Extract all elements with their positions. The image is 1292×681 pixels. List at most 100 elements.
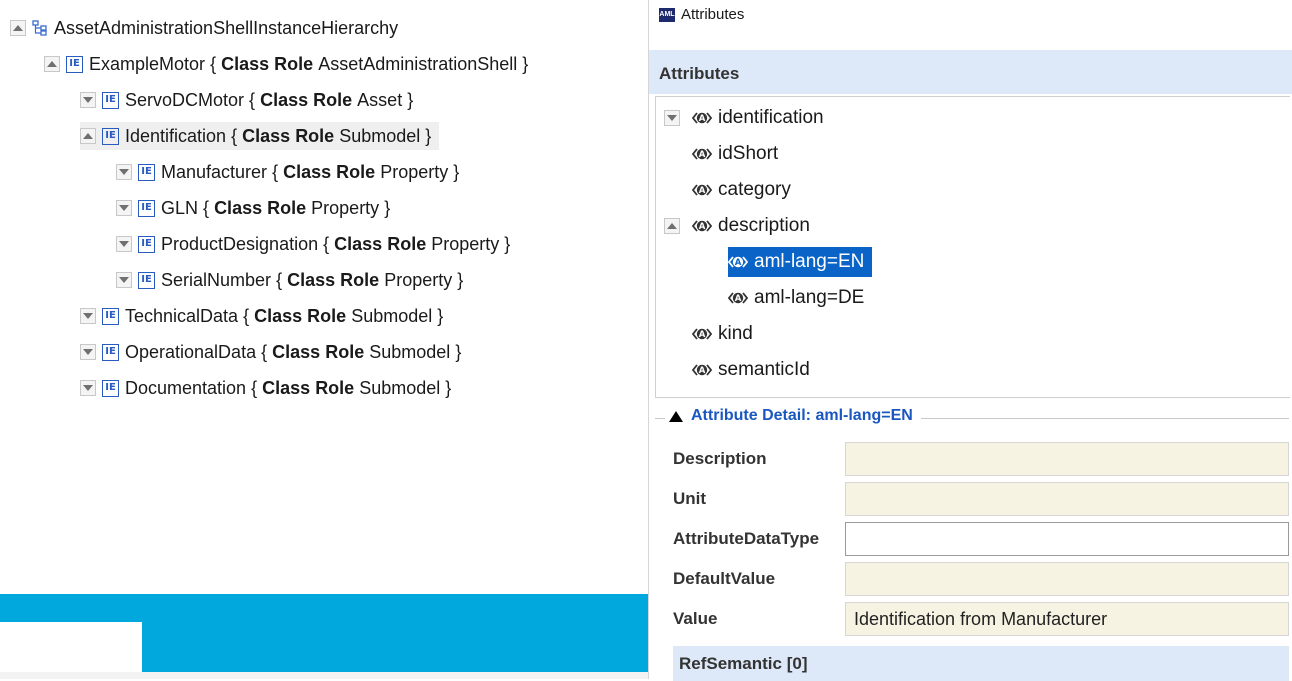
class-keyword: Class bbox=[214, 197, 263, 218]
ref-semantic-header[interactable]: RefSemantic [0] bbox=[673, 646, 1289, 681]
collapse-toggle[interactable] bbox=[44, 56, 60, 72]
role-keyword: Role bbox=[267, 197, 307, 218]
close-brace: } bbox=[453, 161, 460, 182]
attribute-label: idShort bbox=[718, 143, 779, 164]
expand-toggle[interactable] bbox=[80, 308, 96, 324]
collapse-toggle[interactable] bbox=[10, 20, 26, 36]
attribute-item-kind[interactable]: Akind bbox=[692, 319, 753, 349]
field-row-attributedatatype: AttributeDataType bbox=[673, 522, 1289, 556]
open-brace: { bbox=[251, 377, 258, 398]
role-keyword: Role bbox=[340, 269, 380, 290]
tree-item-gln[interactable]: IE GLN { Class Role Property } bbox=[116, 194, 390, 222]
role-name: Property bbox=[431, 233, 500, 254]
unit-field[interactable] bbox=[845, 482, 1289, 516]
close-brace: } bbox=[384, 197, 391, 218]
open-brace: { bbox=[231, 125, 238, 146]
open-brace: { bbox=[249, 89, 256, 110]
value-field[interactable]: Identification from Manufacturer bbox=[845, 602, 1289, 636]
tree-item-operationaldata[interactable]: IE OperationalData { Class Role Submodel … bbox=[80, 338, 461, 366]
attribute-icon: A bbox=[692, 362, 712, 378]
class-keyword: Class bbox=[262, 377, 311, 398]
element-name: Manufacturer bbox=[161, 161, 268, 182]
attribute-detail-title: Attribute Detail: aml-lang=EN bbox=[691, 407, 913, 424]
collapse-triangle-icon[interactable] bbox=[669, 410, 683, 422]
attribute-tree: Aidentification AidShort Acategory Adescrip… bbox=[655, 96, 1290, 398]
expand-toggle[interactable] bbox=[80, 344, 96, 360]
role-name: Submodel bbox=[359, 377, 441, 398]
internal-element-icon: IE bbox=[102, 91, 119, 109]
expand-toggle[interactable] bbox=[80, 380, 96, 396]
tree-item-serialnumber[interactable]: IE SerialNumber { Class Role Property } bbox=[116, 266, 463, 294]
tree-item-productdesignation[interactable]: IE ProductDesignation { Class Role Proper… bbox=[116, 230, 510, 258]
expand-toggle[interactable] bbox=[80, 92, 96, 108]
class-keyword: Class bbox=[287, 269, 336, 290]
tree-item-manufacturer[interactable]: IE Manufacturer { Class Role Property } bbox=[116, 158, 459, 186]
element-name: Documentation bbox=[125, 377, 247, 398]
field-label: AttributeDataType bbox=[673, 529, 820, 548]
description-field[interactable] bbox=[845, 442, 1289, 476]
role-keyword: Role bbox=[295, 125, 335, 146]
field-label: Description bbox=[673, 449, 767, 468]
attribute-label: semanticId bbox=[718, 359, 810, 380]
role-name: Submodel bbox=[351, 305, 433, 326]
tree-item-documentation[interactable]: IE Documentation { Class Role Submodel } bbox=[80, 374, 451, 402]
attribute-item-idshort[interactable]: AidShort bbox=[692, 139, 778, 169]
field-row-value: Value Identification from Manufacturer bbox=[673, 602, 1289, 636]
defaultvalue-field[interactable] bbox=[845, 562, 1289, 596]
attribute-item-semanticid[interactable]: AsemanticId bbox=[692, 355, 810, 385]
attributedatatype-field[interactable] bbox=[845, 522, 1289, 556]
attribute-icon: A bbox=[692, 218, 712, 234]
expand-toggle[interactable] bbox=[116, 164, 132, 180]
expand-toggle[interactable] bbox=[116, 272, 132, 288]
aml-app-icon: AML bbox=[659, 8, 675, 22]
element-name: ExampleMotor bbox=[89, 53, 206, 74]
attribute-icon: A bbox=[692, 182, 712, 198]
open-brace: { bbox=[243, 305, 250, 326]
svg-text:A: A bbox=[699, 186, 706, 196]
instance-hierarchy-panel: AssetAdministrationShellInstanceHierarch… bbox=[0, 0, 648, 679]
attribute-item-aml-lang-en[interactable]: Aaml-lang=EN bbox=[728, 247, 873, 277]
section-title: Attributes bbox=[659, 64, 740, 83]
attribute-item-aml-lang-de[interactable]: Aaml-lang=DE bbox=[728, 283, 864, 313]
internal-element-icon: IE bbox=[138, 163, 155, 181]
close-brace: } bbox=[407, 89, 414, 110]
attribute-item-identification[interactable]: Aidentification bbox=[664, 103, 824, 133]
open-brace: { bbox=[261, 341, 268, 362]
element-name: ProductDesignation bbox=[161, 233, 319, 254]
field-label: DefaultValue bbox=[673, 569, 776, 588]
role-name: Property bbox=[384, 269, 453, 290]
attribute-item-description[interactable]: Adescription bbox=[664, 211, 810, 241]
internal-element-icon: IE bbox=[138, 271, 155, 289]
internal-element-icon: IE bbox=[66, 55, 83, 73]
expand-toggle[interactable] bbox=[116, 200, 132, 216]
attributes-panel: AML Attributes Attributes Aidentificatio… bbox=[648, 0, 1292, 681]
element-name: GLN bbox=[161, 197, 199, 218]
tree-item-servodcmotor[interactable]: IE ServoDCMotor { Class Role Asset } bbox=[80, 86, 413, 114]
internal-element-icon: IE bbox=[102, 307, 119, 325]
expand-toggle[interactable] bbox=[116, 236, 132, 252]
collapse-toggle[interactable] bbox=[80, 128, 96, 144]
tree-item-identification[interactable]: IE Identification { Class Role Submodel } bbox=[80, 122, 440, 150]
expand-toggle[interactable] bbox=[664, 110, 680, 126]
window-title: Attributes bbox=[681, 6, 745, 23]
attribute-detail-header[interactable]: Attribute Detail: aml-lang=EN bbox=[665, 407, 921, 425]
attributes-section-header[interactable]: Attributes bbox=[649, 50, 1292, 94]
element-name: OperationalData bbox=[125, 341, 257, 362]
field-label: Unit bbox=[673, 489, 707, 508]
svg-text:A: A bbox=[699, 150, 706, 160]
tree-item-examplemotor[interactable]: IE ExampleMotor { Class Role AssetAdminis… bbox=[44, 50, 528, 78]
tree-item-technicaldata[interactable]: IE TechnicalData { Class Role Submodel } bbox=[80, 302, 443, 330]
collapse-toggle[interactable] bbox=[664, 218, 680, 234]
close-brace: } bbox=[504, 233, 511, 254]
role-name: Submodel bbox=[339, 125, 421, 146]
class-keyword: Class bbox=[242, 125, 291, 146]
attribute-label: kind bbox=[718, 323, 753, 344]
attribute-item-category[interactable]: Acategory bbox=[692, 175, 791, 205]
tree-root-row[interactable]: AssetAdministrationShellInstanceHierarch… bbox=[10, 14, 398, 42]
field-row-unit: Unit bbox=[673, 482, 1289, 516]
internal-element-icon: IE bbox=[102, 379, 119, 397]
svg-text:A: A bbox=[735, 258, 742, 268]
tree-root-label: AssetAdministrationShellInstanceHierarch… bbox=[54, 17, 399, 38]
bottom-strip bbox=[0, 672, 648, 679]
close-brace: } bbox=[437, 305, 444, 326]
